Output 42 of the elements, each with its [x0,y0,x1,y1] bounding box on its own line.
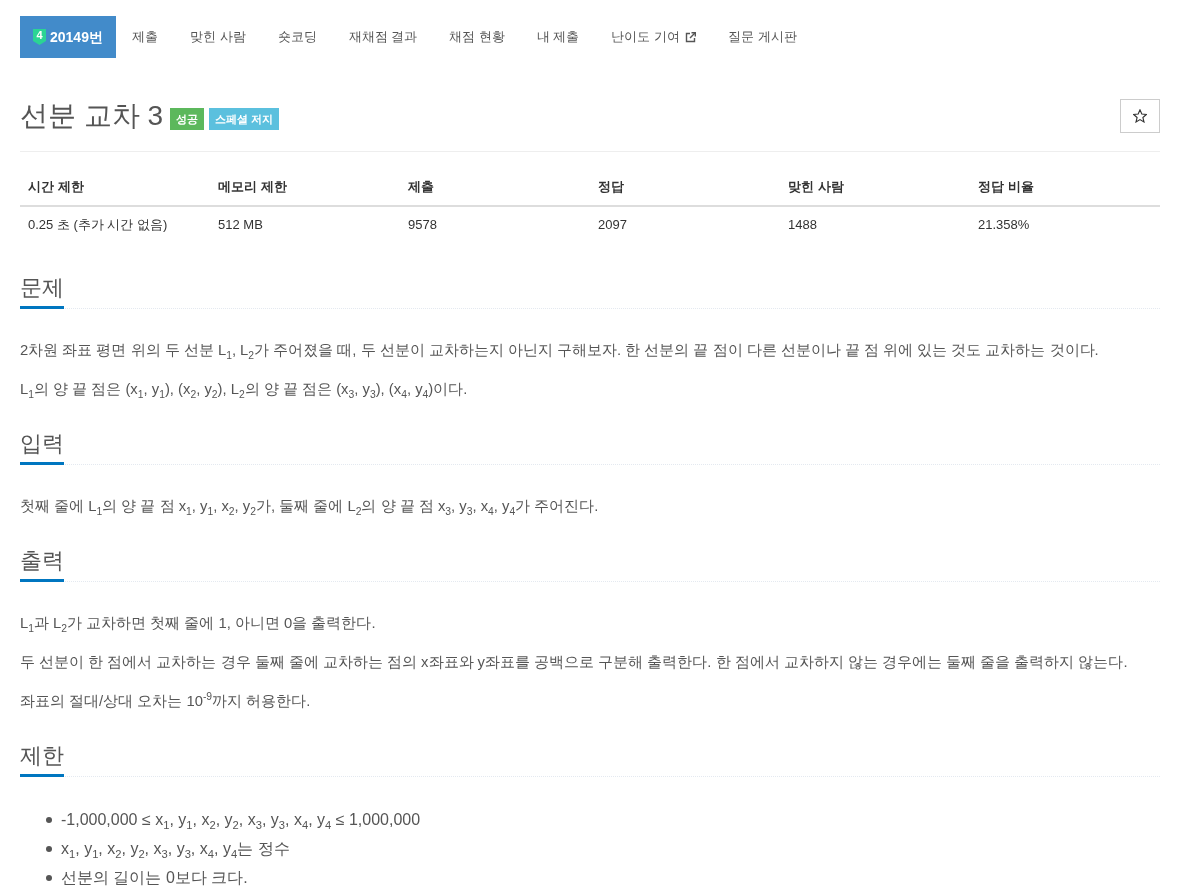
section-heading: 문제 [20,273,64,309]
list-item: x$_{1}$, y$_{1}$, x$_{2}$, y$_{2}$, x$_{3}$, y$_{3}$, x$_{4}$, y$_{4}$는 정수 [61,839,290,861]
tab[interactable]: 채점 현황 [433,16,521,58]
column-header: 정답 비율 [970,169,1160,206]
tab[interactable]: 제출 [115,16,174,58]
bullet-icon [46,875,52,881]
status-label: 스페셜 저지 [209,108,280,130]
star-button[interactable] [1120,99,1160,133]
tab[interactable]: 맞힌 사람 [173,16,262,58]
status-label: 성공 [170,108,205,130]
paragraph: L$_{1}$과 L$_{2}$가 교차하면 첫째 줄에 1, 아니면 0을 출력한다. [20,614,377,635]
section-heading: 제한 [20,741,64,777]
paragraph: 좌표의 절대/상대 오차는 10$^{-9}$까지 허용한다. [20,690,312,711]
column-header: 시간 제한 [20,169,210,206]
tab[interactable]: 난이도 기여 [595,16,713,58]
problem-title: 선분 교차 3 [20,99,164,133]
section-heading: 출력 [20,546,64,582]
paragraph: 2차원 좌표 평면 위의 두 선분 L$_{1}$, L$_{2}$가 주어졌을 때, 두 선분이 교차하는지 아닌지 구해보자. 한 선분의 끝 점이 다른 선분이나 끝 점 위에 있는 것도 교차하는 것이다. [20,341,1100,362]
tier-badge: 4 [33,29,46,45]
tab[interactable]: 4 20149번 [20,16,116,58]
tab[interactable]: 내 제출 [520,16,596,58]
table-cell: 2097 [590,206,780,243]
list-item: -1,000,000 ≤ x$_{1}$, y$_{1}$, x$_{2}$, y$_{2}$, x$_{3}$, y$_{3}$, x$_{4}$, y$_{4}$ ≤ 1,000,000 [61,810,421,832]
bullet-icon [46,846,52,852]
table-cell: 1488 [780,206,970,243]
bullet-icon [46,817,52,823]
tab[interactable]: 재채점 결과 [332,16,434,58]
paragraph: 두 선분이 한 점에서 교차하는 경우 둘째 줄에 교차하는 점의 x좌표와 y좌표를 공백으로 구분해 출력한다. 한 점에서 교차하지 않는 경우에는 둘째 줄을 출력하지 않는다. [20,653,1129,672]
table-cell: 0.25 초 (추가 시간 없음) [20,206,210,243]
paragraph: 첫째 줄에 L$_{1}$의 양 끝 점 x$_{1}$, y$_{1}$, x$_{2}$, y$_{2}$가, 둘째 줄에 L$_{2}$의 양 끝 점 x$_{3}$, y$_{3}$, x$_{4}$, y$_{4}$가 주어진다. [20,497,600,518]
paragraph: L$_{1}$의 양 끝 점은 (x$_{1}$, y$_{1}$), (x$_{2}$, y$_{2}$), L$_{2}$의 양 끝 점은 (x$_{3}$, y$_{3}$), (x$_{4}$, y$_{4}$)이다. [20,380,469,401]
list-item: 선분의 길이는 0보다 크다. [61,868,248,888]
table-cell: 9578 [400,206,590,243]
column-header: 제출 [400,169,590,206]
section-heading: 입력 [20,429,64,465]
column-header: 정답 [590,169,780,206]
column-header: 메모리 제한 [210,169,400,206]
table-cell: 21.358% [970,206,1160,243]
tab[interactable]: 숏코딩 [261,16,333,58]
table-cell: 512 MB [210,206,400,243]
tab[interactable]: 질문 게시판 [712,16,813,58]
column-header: 맞힌 사람 [780,169,970,206]
